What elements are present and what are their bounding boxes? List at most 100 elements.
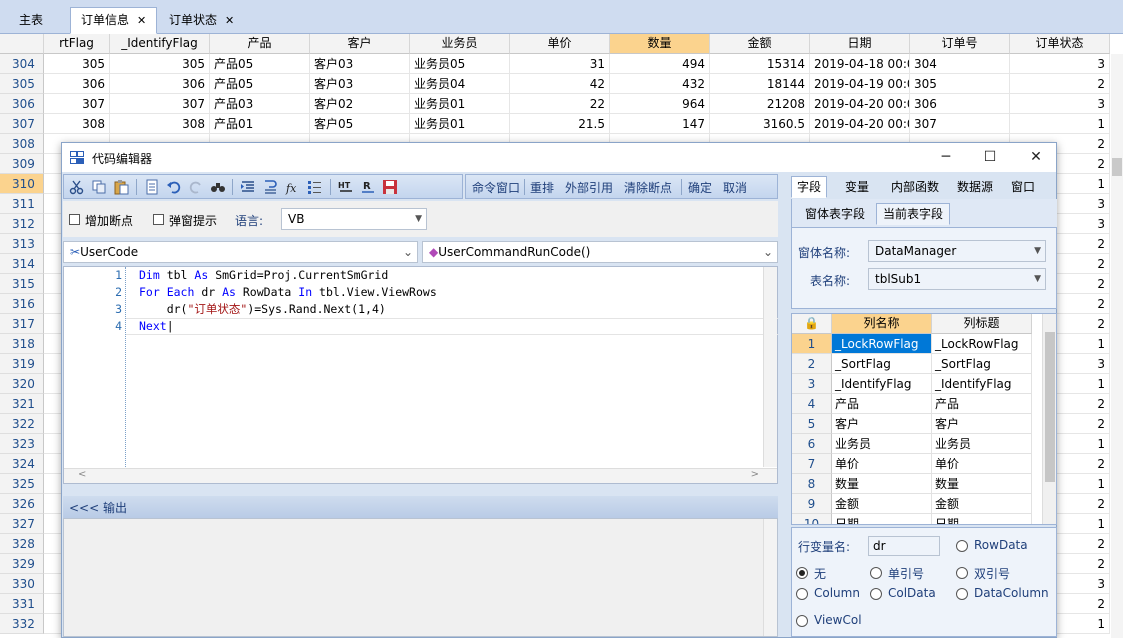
table-cell[interactable]: 业务员01 xyxy=(410,94,510,114)
column-header[interactable]: 业务员 xyxy=(410,34,510,54)
table-cell[interactable]: 305 xyxy=(44,54,110,74)
field-title-cell[interactable]: 数量 xyxy=(932,474,1032,494)
field-row[interactable]: 2 _SortFlag _SortFlag xyxy=(792,354,1042,374)
field-title-cell[interactable]: 日期 xyxy=(932,514,1032,524)
indent-icon[interactable] xyxy=(240,179,256,195)
output-panel[interactable] xyxy=(63,518,778,637)
tab-variables[interactable]: 变量 xyxy=(839,176,875,198)
comment-icon[interactable] xyxy=(262,179,278,195)
row-var-input[interactable]: dr xyxy=(868,536,940,556)
tab-form-table-fields[interactable]: 窗体表字段 xyxy=(798,203,872,225)
output-vertical-scrollbar[interactable] xyxy=(763,519,777,636)
minimize-icon[interactable]: ─ xyxy=(934,146,958,168)
row-number[interactable]: 318 xyxy=(0,334,44,354)
tab-internal-functions[interactable]: 内部函数 xyxy=(885,176,945,198)
field-row[interactable]: 5 客户 客户 xyxy=(792,414,1042,434)
row-number[interactable]: 316 xyxy=(0,294,44,314)
table-cell[interactable]: 306 xyxy=(910,94,1010,114)
command-window-button[interactable]: 命令窗口 xyxy=(472,179,520,196)
column-header[interactable]: 数量 xyxy=(610,34,710,54)
tab-main-table[interactable]: 主表 xyxy=(8,7,54,33)
table-cell[interactable]: 21208 xyxy=(710,94,810,114)
tab-fields[interactable]: 字段 xyxy=(791,176,828,198)
grid-vertical-scrollbar[interactable] xyxy=(1111,54,1123,638)
radio-column[interactable] xyxy=(796,588,808,600)
row-number[interactable]: 326 xyxy=(0,494,44,514)
radio-double-quote[interactable] xyxy=(956,567,968,579)
table-cell[interactable]: 307 xyxy=(910,114,1010,134)
table-cell[interactable]: 业务员01 xyxy=(410,114,510,134)
table-row[interactable]: 304 305 305 产品05 客户03 业务员05 31 494 15314 2019-04-… xyxy=(0,54,1123,74)
field-row-number[interactable]: 9 xyxy=(792,494,832,514)
code-editor[interactable]: 1 2 3 4 Dim tbl As SmGrid=Proj.CurrentSm… xyxy=(63,266,778,484)
row-number[interactable]: 313 xyxy=(0,234,44,254)
table-cell[interactable]: 18144 xyxy=(710,74,810,94)
scroll-left-icon[interactable]: < xyxy=(78,469,86,480)
table-cell[interactable]: 307 xyxy=(44,94,110,114)
tab-order-status[interactable]: 订单状态 ✕ xyxy=(158,7,245,33)
close-icon[interactable]: ✕ xyxy=(225,14,234,27)
copy-icon[interactable] xyxy=(91,179,107,195)
function-icon[interactable]: fx xyxy=(284,179,300,195)
save-icon[interactable] xyxy=(382,179,398,195)
table-cell[interactable]: 客户02 xyxy=(310,94,410,114)
row-number[interactable]: 323 xyxy=(0,434,44,454)
table-row[interactable]: 307 308 308 产品01 客户05 业务员01 21.5 147 3160.5 2019-… xyxy=(0,114,1123,134)
field-name-cell[interactable]: _IdentifyFlag xyxy=(832,374,932,394)
field-title-cell[interactable]: 产品 xyxy=(932,394,1032,414)
table-cell[interactable]: 产品05 xyxy=(210,54,310,74)
find-icon[interactable] xyxy=(210,179,226,195)
row-number[interactable]: 319 xyxy=(0,354,44,374)
rearrange-button[interactable]: 重排 xyxy=(530,179,554,196)
field-list-scrollbar[interactable] xyxy=(1042,314,1056,524)
row-number[interactable]: 309 xyxy=(0,154,44,174)
field-row-number[interactable]: 2 xyxy=(792,354,832,374)
field-row[interactable]: 4 产品 产品 xyxy=(792,394,1042,414)
column-header[interactable]: _IdentifyFlag xyxy=(110,34,210,54)
row-number[interactable]: 330 xyxy=(0,574,44,594)
replace-icon[interactable]: R xyxy=(360,179,376,195)
field-row[interactable]: 7 单价 单价 xyxy=(792,454,1042,474)
row-number[interactable]: 312 xyxy=(0,214,44,234)
document-icon[interactable] xyxy=(144,179,160,195)
radio-viewcol[interactable] xyxy=(796,615,808,627)
paste-icon[interactable] xyxy=(113,179,129,195)
table-cell[interactable]: 产品03 xyxy=(210,94,310,114)
table-cell[interactable]: 客户05 xyxy=(310,114,410,134)
field-title-cell[interactable]: _IdentifyFlag xyxy=(932,374,1032,394)
field-name-cell[interactable]: 数量 xyxy=(832,474,932,494)
field-row-number[interactable]: 6 xyxy=(792,434,832,454)
field-name-cell[interactable]: 业务员 xyxy=(832,434,932,454)
external-reference-button[interactable]: 外部引用 xyxy=(565,179,613,196)
row-number[interactable]: 304 xyxy=(0,54,44,74)
table-cell[interactable]: 22 xyxy=(510,94,610,114)
table-cell[interactable]: 客户03 xyxy=(310,54,410,74)
table-cell[interactable]: 2019-04-20 00:0 xyxy=(810,94,910,114)
add-breakpoint-checkbox[interactable] xyxy=(69,214,80,225)
cut-icon[interactable] xyxy=(69,179,85,195)
code-horizontal-scrollbar[interactable]: < > xyxy=(64,468,777,483)
table-cell[interactable]: 2 xyxy=(1010,74,1110,94)
field-row[interactable]: 6 业务员 业务员 xyxy=(792,434,1042,454)
tab-current-table-fields[interactable]: 当前表字段 xyxy=(876,203,951,225)
grid-corner[interactable] xyxy=(0,34,44,54)
close-icon[interactable]: ✕ xyxy=(137,14,146,27)
field-row[interactable]: 10 日期 日期 xyxy=(792,514,1042,524)
tab-window[interactable]: 窗口 xyxy=(1005,176,1041,198)
undo-icon[interactable] xyxy=(166,179,182,195)
column-header-title[interactable]: 列标题 xyxy=(932,314,1032,334)
column-header[interactable]: 产品 xyxy=(210,34,310,54)
table-row[interactable]: 306 307 307 产品03 客户02 业务员01 22 964 21208 2019-04-… xyxy=(0,94,1123,114)
scrollbar-thumb[interactable] xyxy=(1045,332,1055,482)
radio-datacolumn[interactable] xyxy=(956,588,968,600)
column-header[interactable]: 订单号 xyxy=(910,34,1010,54)
scroll-right-icon[interactable]: > xyxy=(751,469,759,480)
table-cell[interactable]: 306 xyxy=(110,74,210,94)
row-number[interactable]: 321 xyxy=(0,394,44,414)
column-header[interactable]: 单价 xyxy=(510,34,610,54)
table-name-select[interactable]: tblSub1 ▼ xyxy=(868,268,1046,290)
column-header-name[interactable]: 列名称 xyxy=(832,314,932,334)
table-cell[interactable]: 2019-04-20 00:0 xyxy=(810,114,910,134)
radio-rowdata[interactable] xyxy=(956,540,968,552)
tab-data-source[interactable]: 数据源 xyxy=(951,176,999,198)
